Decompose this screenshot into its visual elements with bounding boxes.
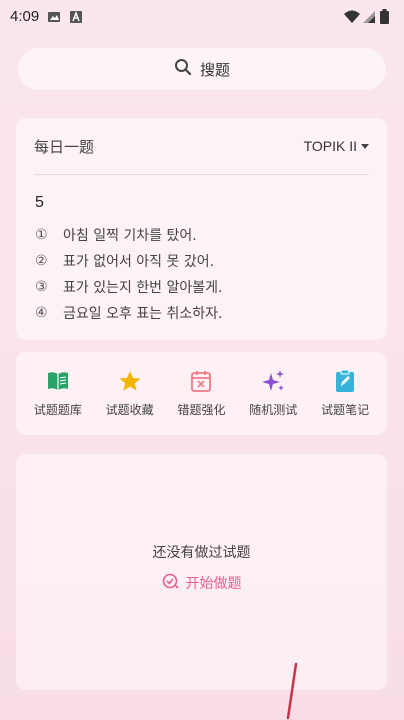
wifi-icon (344, 9, 360, 23)
option-item[interactable]: ④ 금요일 오후 표는 취소하자. (35, 300, 222, 326)
tool-label: 试题收藏 (105, 403, 154, 417)
signal-icon (362, 9, 376, 23)
check-edit-icon (162, 572, 180, 594)
sparkles-icon (261, 369, 285, 393)
caret-down-icon (361, 143, 369, 149)
daily-question-header: 每日一题 TOPIK II (34, 118, 369, 175)
question-number: 5 (35, 194, 44, 211)
search-label: 搜题 (199, 60, 230, 79)
battery-icon (380, 9, 394, 24)
option-mark: ③ (35, 279, 48, 295)
tools-row: 试题题库 试题收藏 错题强化 随机测试 试题笔记 (16, 352, 387, 435)
option-text: 표가 없어서 아직 못 갔어. (63, 254, 215, 270)
drawn-stroke (286, 662, 298, 720)
option-mark: ④ (35, 305, 48, 321)
option-item[interactable]: ① 아침 일찍 기차를 탔어. (35, 222, 222, 248)
level-value: TOPIK II (303, 138, 357, 154)
daily-question-title: 每日一题 (34, 137, 95, 156)
options-list: ① 아침 일찍 기차를 탔어. ② 표가 없어서 아직 못 갔어. ③ 표가 있… (35, 222, 222, 326)
search-bar[interactable]: 搜题 (18, 48, 386, 90)
calendar-x-icon (189, 369, 213, 393)
font-notification-icon (69, 9, 83, 23)
search-icon (174, 58, 192, 80)
start-practice-label: 开始做题 (185, 576, 242, 592)
start-practice-button[interactable]: 开始做题 (16, 572, 387, 594)
level-dropdown[interactable]: TOPIK II (304, 138, 369, 154)
option-mark: ② (35, 253, 48, 269)
history-card: 还没有做过试题 开始做题 (16, 454, 387, 690)
option-item[interactable]: ② 표가 없어서 아직 못 갔어. (35, 248, 222, 274)
book-icon (46, 369, 70, 393)
tool-notes[interactable]: 试题笔记 (311, 369, 379, 418)
tool-question-bank[interactable]: 试题题库 (24, 369, 92, 418)
note-icon (333, 369, 357, 393)
option-item[interactable]: ③ 표가 있는지 한번 알아볼게. (35, 274, 222, 300)
option-text: 아침 일찍 기차를 탔어. (63, 228, 197, 244)
tool-label: 试题笔记 (321, 403, 370, 417)
image-notification-icon (47, 9, 61, 23)
option-text: 표가 있는지 한번 알아볼게. (63, 280, 223, 296)
tool-favorites[interactable]: 试题收藏 (96, 369, 164, 418)
empty-state-text: 还没有做过试题 (152, 545, 251, 561)
tool-mistakes[interactable]: 错题强化 (167, 369, 235, 418)
star-icon (118, 369, 142, 393)
option-text: 금요일 오후 표는 취소하자. (63, 306, 223, 322)
tool-label: 随机测试 (249, 403, 298, 417)
tool-label: 错题强化 (177, 403, 226, 417)
daily-question-card: 每日一题 TOPIK II 5 ① 아침 일찍 기차를 탔어. ② 표가 없어서… (16, 118, 387, 340)
tool-label: 试题题库 (33, 403, 82, 417)
tool-random-test[interactable]: 随机测试 (239, 369, 307, 418)
status-bar: 4:09 (0, 0, 404, 32)
option-mark: ① (35, 227, 48, 243)
status-time: 4:09 (10, 7, 40, 25)
